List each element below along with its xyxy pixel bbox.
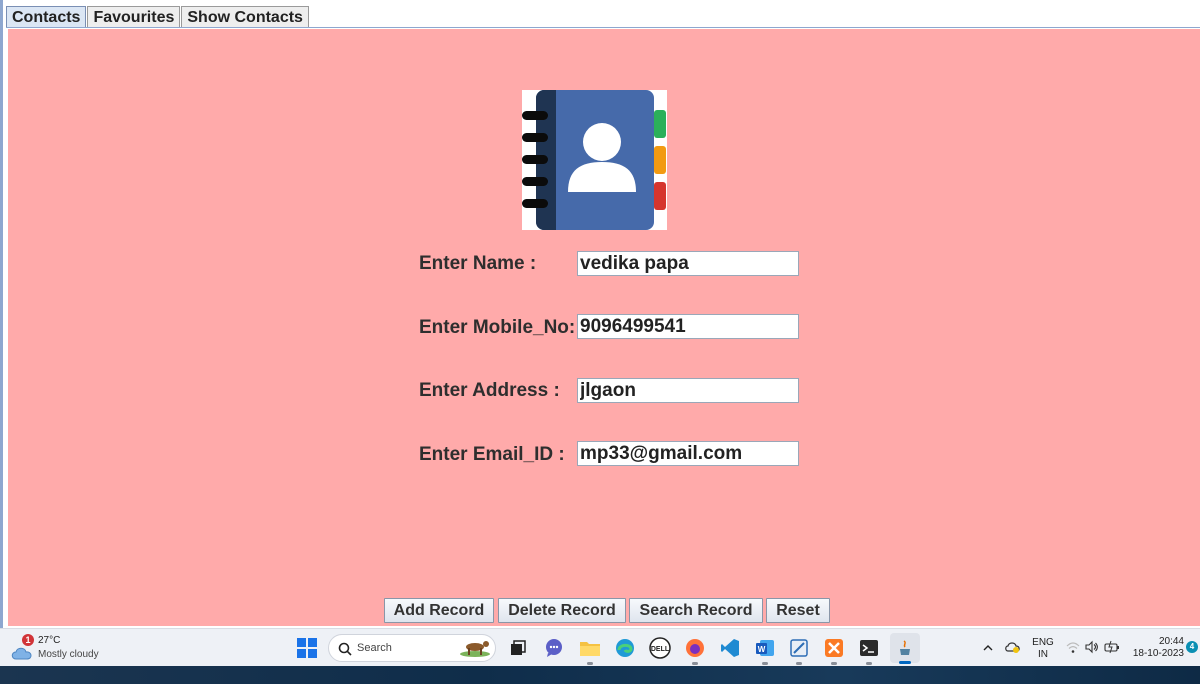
delete-record-button[interactable]: Delete Record — [498, 598, 626, 623]
snipping-tool-icon[interactable] — [786, 635, 812, 665]
desktop-wallpaper-strip — [0, 666, 1200, 684]
search-placeholder: Search — [357, 642, 392, 654]
cloud-icon — [11, 647, 32, 660]
firefox-icon[interactable] — [682, 635, 708, 665]
email-label: Enter Email_ID : — [419, 444, 565, 465]
java-app-icon[interactable] — [890, 633, 920, 664]
xampp-icon[interactable] — [821, 635, 847, 665]
clock-time: 20:44 — [1158, 636, 1184, 647]
add-record-button[interactable]: Add Record — [384, 598, 494, 623]
running-indicator — [587, 662, 593, 665]
search-icon — [338, 642, 352, 656]
task-view-icon[interactable] — [505, 635, 531, 661]
dell-logo-text: DELL — [651, 646, 670, 653]
terminal-icon[interactable] — [856, 635, 882, 665]
tab-favourites[interactable]: Favourites — [87, 6, 181, 28]
vscode-icon[interactable] — [717, 635, 743, 661]
tab-contacts[interactable]: Contacts — [6, 6, 87, 28]
address-label: Enter Address : — [419, 380, 560, 401]
word-icon[interactable]: W — [752, 635, 778, 665]
name-field[interactable] — [577, 251, 799, 276]
running-indicator — [796, 662, 802, 665]
tab-divider — [6, 27, 1200, 28]
volume-icon[interactable] — [1085, 640, 1099, 654]
clock-date: 18-10-2023 — [1132, 648, 1184, 659]
running-indicator — [831, 662, 837, 665]
reset-button[interactable]: Reset — [766, 598, 830, 623]
onedrive-icon[interactable] — [1005, 640, 1021, 654]
language-code: ENG — [1032, 637, 1054, 648]
running-indicator — [692, 662, 698, 665]
name-label: Enter Name : — [419, 253, 537, 274]
tab-bar: Contacts Favourites Show Contacts — [6, 6, 310, 28]
edge-browser-icon[interactable] — [612, 635, 638, 661]
file-explorer-icon[interactable] — [577, 635, 603, 665]
dell-icon[interactable]: DELL — [647, 635, 673, 661]
weather-desc: Mostly cloudy — [38, 649, 99, 660]
language-region: IN — [1038, 649, 1048, 660]
weather-widget[interactable]: 1 27°C Mostly cloudy — [10, 633, 110, 663]
contacts-panel: Enter Name : Enter Mobile_No: Enter Addr… — [8, 29, 1200, 626]
running-indicator — [762, 662, 768, 665]
tab-show-contacts[interactable]: Show Contacts — [181, 6, 309, 28]
word-logo-letter: W — [758, 645, 766, 654]
mobile-field[interactable] — [577, 314, 799, 339]
windows-start-icon[interactable] — [294, 635, 320, 661]
clock[interactable]: 20:44 18-10-2023 — [1124, 636, 1184, 660]
email-field[interactable] — [577, 441, 799, 466]
animal-search-highlight-icon — [460, 641, 490, 657]
wifi-icon[interactable] — [1066, 641, 1080, 653]
taskbar-search[interactable]: Search — [328, 634, 496, 662]
address-field[interactable] — [577, 378, 799, 403]
address-book-icon — [522, 90, 667, 230]
battery-icon[interactable] — [1104, 640, 1120, 654]
weather-temp: 27°C — [38, 635, 61, 646]
app-window: Contacts Favourites Show Contacts Enter … — [0, 0, 1200, 628]
weather-alert-badge: 1 — [22, 634, 34, 646]
notification-badge[interactable]: 4 — [1186, 641, 1198, 653]
language-indicator[interactable]: ENG IN — [1031, 637, 1055, 661]
search-record-button[interactable]: Search Record — [629, 598, 763, 623]
chat-icon[interactable] — [541, 635, 567, 661]
mobile-label: Enter Mobile_No: — [419, 317, 576, 338]
tray-overflow-chevron-icon[interactable] — [982, 641, 994, 653]
taskbar: 1 27°C Mostly cloudy Search DELL W ENG I… — [0, 628, 1200, 666]
active-app-indicator — [899, 661, 911, 664]
running-indicator — [866, 662, 872, 665]
